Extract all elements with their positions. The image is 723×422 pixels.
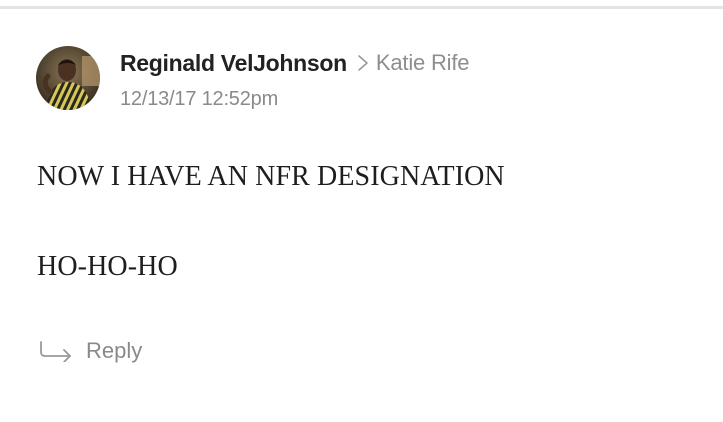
reply-label: Reply [86,338,143,363]
reply-arrow-icon [40,341,71,362]
comment-card: Reginald VelJohnson Katie Rife 12/13/17 … [0,0,723,422]
avatar-image [36,46,100,110]
comment-header: Reginald VelJohnson Katie Rife [120,48,469,78]
recipient-name[interactable]: Katie Rife [376,50,470,76]
author-name[interactable]: Reginald VelJohnson [120,50,347,77]
comment-body-line-2: HO-HO-HO [37,251,178,282]
comment-timestamp[interactable]: 12/13/17 12:52pm [120,88,278,111]
comment-body-line-1: NOW I HAVE AN NFR DESIGNATION [37,161,505,192]
reply-button[interactable]: Reply [38,338,142,364]
avatar[interactable] [36,46,100,110]
divider [0,6,723,9]
chevron-right-icon [357,54,369,72]
